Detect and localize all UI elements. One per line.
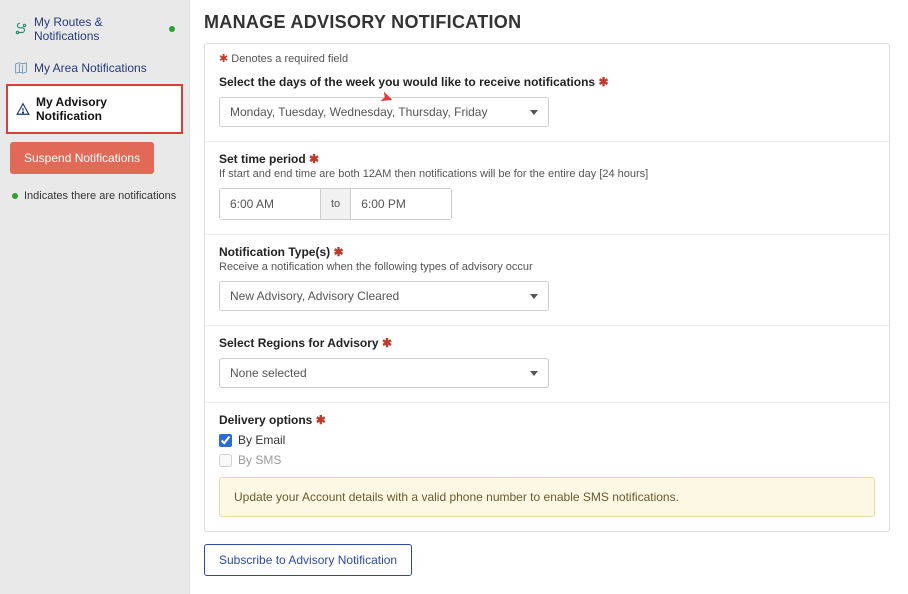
regions-dropdown[interactable]: None selected [219, 358, 549, 388]
subscribe-button[interactable]: Subscribe to Advisory Notification [204, 544, 412, 576]
caret-down-icon [530, 371, 538, 376]
required-note-text: Denotes a required field [231, 53, 348, 65]
caret-down-icon [530, 294, 538, 299]
types-dropdown-value: New Advisory, Advisory Cleared [230, 289, 399, 303]
types-label: Notification Type(s) ✱ [219, 245, 875, 259]
sidebar-item-area[interactable]: My Area Notifications [6, 52, 183, 84]
sidebar: My Routes & Notifications My Area Notifi… [0, 0, 190, 594]
time-separator: to [320, 189, 351, 219]
days-dropdown-value: Monday, Tuesday, Wednesday, Thursday, Fr… [230, 105, 487, 119]
delivery-email-label: By Email [238, 433, 285, 447]
sidebar-item-routes[interactable]: My Routes & Notifications [6, 6, 183, 52]
legend: Indicates there are notifications [6, 186, 183, 206]
days-label: Select the days of the week you would li… [219, 75, 875, 89]
asterisk-icon: ✱ [316, 413, 326, 427]
asterisk-icon: ✱ [219, 53, 228, 65]
legend-text: Indicates there are notifications [24, 190, 176, 202]
sidebar-item-advisory[interactable]: My Advisory Notification [6, 84, 183, 134]
sidebar-item-label: My Advisory Notification [36, 95, 173, 123]
asterisk-icon: ✱ [309, 152, 319, 166]
route-icon [14, 22, 28, 36]
caret-down-icon [530, 110, 538, 115]
notification-dot-icon [12, 193, 18, 199]
time-start-input[interactable] [220, 189, 320, 219]
time-range: to [219, 188, 452, 220]
suspend-notifications-button[interactable]: Suspend Notifications [10, 142, 154, 174]
notification-dot-icon [169, 26, 175, 32]
map-icon [14, 61, 28, 75]
delivery-label: Delivery options ✱ [219, 413, 875, 427]
regions-dropdown-value: None selected [230, 366, 307, 380]
time-label: Set time period ✱ [219, 152, 875, 166]
delivery-email-option[interactable]: By Email [219, 433, 875, 447]
sidebar-item-label: My Routes & Notifications [34, 15, 163, 43]
regions-label: Select Regions for Advisory ✱ [219, 336, 875, 350]
delivery-sms-checkbox [219, 454, 232, 467]
sidebar-item-label: My Area Notifications [34, 61, 175, 75]
alert-triangle-icon [16, 102, 30, 116]
required-note: ✱ Denotes a required field [205, 44, 889, 65]
delivery-sms-label: By SMS [238, 453, 281, 467]
types-help: Receive a notification when the followin… [219, 261, 875, 273]
asterisk-icon: ✱ [333, 245, 343, 259]
page-title: MANAGE ADVISORY NOTIFICATION [204, 12, 890, 33]
asterisk-icon: ✱ [598, 75, 608, 89]
form-panel: ✱ Denotes a required field Select the da… [204, 43, 890, 532]
delivery-email-checkbox[interactable] [219, 434, 232, 447]
time-end-input[interactable] [351, 189, 451, 219]
asterisk-icon: ✱ [382, 336, 392, 350]
sms-alert: Update your Account details with a valid… [219, 477, 875, 517]
types-dropdown[interactable]: New Advisory, Advisory Cleared [219, 281, 549, 311]
time-help: If start and end time are both 12AM then… [219, 168, 875, 180]
main-content: ➤ MANAGE ADVISORY NOTIFICATION ✱ Denotes… [190, 0, 908, 594]
delivery-sms-option[interactable]: By SMS [219, 453, 875, 467]
